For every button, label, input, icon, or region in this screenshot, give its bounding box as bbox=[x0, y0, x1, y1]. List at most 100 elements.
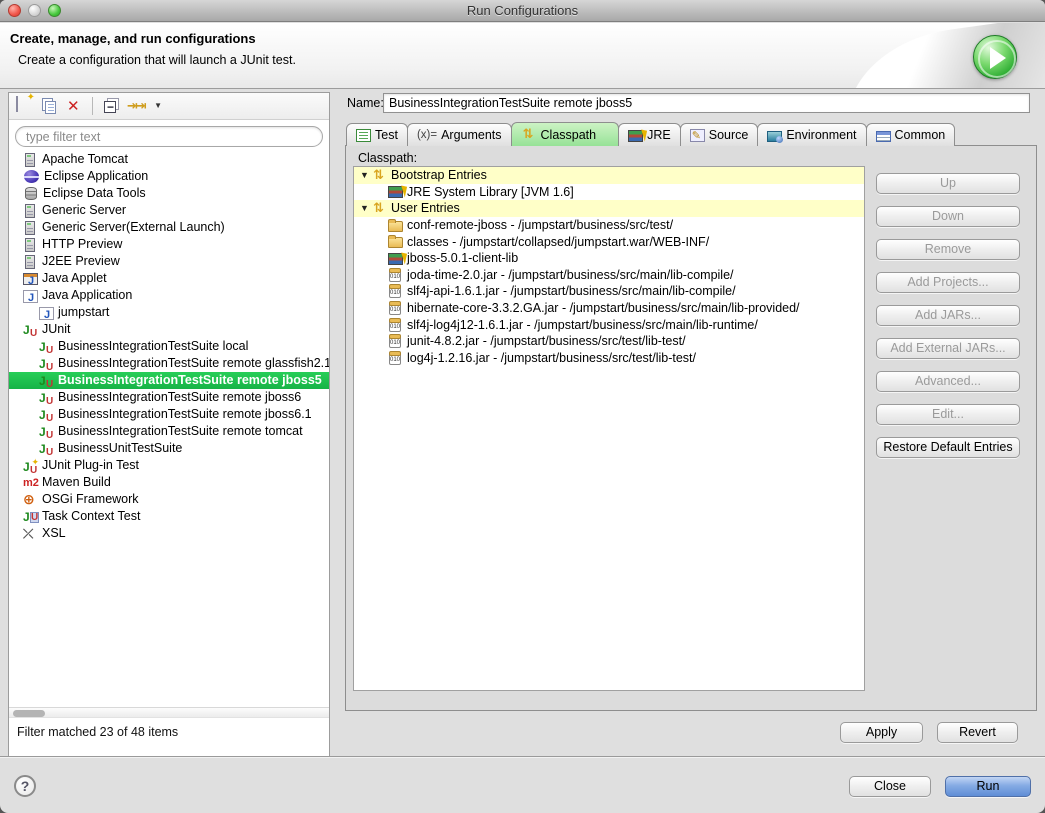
restore-default-entries-button[interactable]: Restore Default Entries bbox=[876, 437, 1020, 458]
tree-item[interactable]: BusinessIntegrationTestSuite local bbox=[9, 338, 329, 355]
classpath-buttons: Up Down Remove Add Projects... Add JARs.… bbox=[876, 173, 1020, 470]
run-banner-icon bbox=[973, 35, 1017, 79]
jar-icon bbox=[389, 302, 401, 315]
server-icon bbox=[25, 221, 35, 235]
run-configurations-dialog: Run Configurations Create, manage, and r… bbox=[0, 0, 1045, 813]
environment-tab-icon bbox=[767, 131, 782, 142]
remove-button[interactable]: Remove bbox=[876, 239, 1020, 260]
collapse-all-button[interactable] bbox=[102, 97, 120, 115]
tree-item[interactable]: Maven Build bbox=[9, 474, 329, 491]
scrollbar-thumb[interactable] bbox=[13, 710, 45, 717]
classpath-group-row[interactable]: ▼User Entries bbox=[354, 200, 864, 217]
apply-button[interactable]: Apply bbox=[840, 722, 923, 743]
disclosure-triangle-icon[interactable]: ▼ bbox=[360, 203, 370, 213]
tree-item[interactable]: BusinessIntegrationTestSuite remote tomc… bbox=[9, 423, 329, 440]
classpath-entry-row[interactable]: joda-time-2.0.jar - /jumpstart/business/… bbox=[354, 267, 864, 284]
folder-icon bbox=[388, 221, 403, 232]
tree-item[interactable]: Generic Server bbox=[9, 202, 329, 219]
help-button[interactable]: ? bbox=[14, 775, 36, 797]
tree-item[interactable]: HTTP Preview bbox=[9, 236, 329, 253]
tree-item[interactable]: Eclipse Data Tools bbox=[9, 185, 329, 202]
toolbar-separator bbox=[92, 97, 93, 115]
classpath-group-row[interactable]: ▼Bootstrap Entries bbox=[354, 167, 864, 184]
name-input[interactable] bbox=[383, 93, 1030, 113]
disclosure-triangle-icon[interactable]: ▼ bbox=[360, 170, 370, 180]
advanced-button[interactable]: Advanced... bbox=[876, 371, 1020, 392]
classpath-entry-row[interactable]: slf4j-api-1.6.1.jar - /jumpstart/busines… bbox=[354, 283, 864, 300]
tree-item[interactable]: XSL bbox=[9, 525, 329, 542]
tab-environment[interactable]: Environment bbox=[757, 123, 866, 146]
tree-item[interactable]: Java Application bbox=[9, 287, 329, 304]
duplicate-configuration-button[interactable] bbox=[40, 97, 58, 115]
tree-item[interactable]: BusinessUnitTestSuite bbox=[9, 440, 329, 457]
tree-item[interactable]: BusinessIntegrationTestSuite remote jbos… bbox=[9, 406, 329, 423]
junit-plugin-icon bbox=[23, 458, 38, 473]
tab-arguments[interactable]: (x)=Arguments bbox=[407, 123, 512, 146]
classpath-entry-row[interactable]: hibernate-core-3.3.2.GA.jar - /jumpstart… bbox=[354, 300, 864, 317]
down-button[interactable]: Down bbox=[876, 206, 1020, 227]
java-applet-icon bbox=[23, 273, 38, 285]
classpath-tab-icon bbox=[522, 127, 537, 142]
tree-item[interactable]: J2EE Preview bbox=[9, 253, 329, 270]
name-label: Name: bbox=[347, 96, 384, 110]
filter-input[interactable] bbox=[15, 126, 323, 147]
add-external-jars-button[interactable]: Add External JARs... bbox=[876, 338, 1020, 359]
tree-item-selected[interactable]: BusinessIntegrationTestSuite remote jbos… bbox=[9, 372, 329, 389]
revert-button[interactable]: Revert bbox=[937, 722, 1018, 743]
library-icon bbox=[388, 253, 403, 265]
delete-configuration-button[interactable] bbox=[65, 97, 83, 115]
tree-item[interactable]: BusinessIntegrationTestSuite remote jbos… bbox=[9, 389, 329, 406]
dropdown-caret-icon: ▼ bbox=[154, 101, 162, 110]
server-icon bbox=[25, 255, 35, 269]
jar-icon bbox=[389, 335, 401, 348]
add-projects-button[interactable]: Add Projects... bbox=[876, 272, 1020, 293]
tree-item[interactable]: jumpstart bbox=[9, 304, 329, 321]
classpath-entry-row[interactable]: junit-4.8.2.jar - /jumpstart/business/sr… bbox=[354, 333, 864, 350]
tab-label: Common bbox=[895, 128, 946, 142]
library-icon bbox=[388, 186, 403, 198]
classpath-label: Classpath: bbox=[358, 151, 417, 165]
filter-configurations-button[interactable]: ⇥⇥▼ bbox=[127, 97, 155, 115]
horizontal-scrollbar[interactable] bbox=[9, 707, 329, 718]
classpath-group-icon bbox=[372, 168, 387, 183]
up-button[interactable]: Up bbox=[876, 173, 1020, 194]
configurations-toolbar: ⇥⇥▼ bbox=[9, 93, 329, 120]
classpath-entry-row[interactable]: slf4j-log4j12-1.6.1.jar - /jumpstart/bus… bbox=[354, 316, 864, 333]
tab-label: Classpath bbox=[541, 128, 597, 142]
header-subtitle: Create a configuration that will launch … bbox=[18, 53, 296, 67]
tree-item[interactable]: JUnit bbox=[9, 321, 329, 338]
classpath-entry-row[interactable]: classes - /jumpstart/collapsed/jumpstart… bbox=[354, 233, 864, 250]
add-jars-button[interactable]: Add JARs... bbox=[876, 305, 1020, 326]
edit-button[interactable]: Edit... bbox=[876, 404, 1020, 425]
tree-item[interactable]: Java Applet bbox=[9, 270, 329, 287]
run-button[interactable]: Run bbox=[945, 776, 1031, 797]
tab-classpath[interactable]: Classpath bbox=[511, 122, 620, 146]
tree-item[interactable]: OSGi Framework bbox=[9, 491, 329, 508]
classpath-entry-row[interactable]: JRE System Library [JVM 1.6] bbox=[354, 184, 864, 201]
server-icon bbox=[25, 238, 35, 252]
source-tab-icon bbox=[690, 129, 705, 142]
eclipse-icon bbox=[24, 170, 39, 183]
tab-test[interactable]: Test bbox=[346, 123, 408, 146]
classpath-entry-row[interactable]: conf-remote-jboss - /jumpstart/business/… bbox=[354, 217, 864, 234]
classpath-entry-row[interactable]: jboss-5.0.1-client-lib bbox=[354, 250, 864, 267]
server-icon bbox=[25, 204, 35, 218]
junit-icon bbox=[23, 322, 38, 337]
tab-source[interactable]: Source bbox=[680, 123, 759, 146]
tab-common[interactable]: Common bbox=[866, 123, 956, 146]
new-configuration-button[interactable] bbox=[15, 97, 33, 115]
java-application-icon bbox=[23, 290, 38, 303]
tree-item[interactable]: JUnit Plug-in Test bbox=[9, 457, 329, 474]
tree-item[interactable]: Apache Tomcat bbox=[9, 151, 329, 168]
classpath-entry-row[interactable]: log4j-1.2.16.jar - /jumpstart/business/s… bbox=[354, 350, 864, 367]
close-button[interactable]: Close bbox=[849, 776, 931, 797]
tab-label: Arguments bbox=[441, 128, 501, 142]
tree-item[interactable]: Generic Server(External Launch) bbox=[9, 219, 329, 236]
tree-item[interactable]: BusinessIntegrationTestSuite remote glas… bbox=[9, 355, 329, 372]
xsl-icon bbox=[23, 526, 38, 541]
junit-icon bbox=[39, 356, 54, 371]
jar-icon bbox=[389, 352, 401, 365]
tree-item[interactable]: Eclipse Application bbox=[9, 168, 329, 185]
tab-jre[interactable]: JRE bbox=[618, 123, 681, 146]
tree-item[interactable]: Task Context Test bbox=[9, 508, 329, 525]
